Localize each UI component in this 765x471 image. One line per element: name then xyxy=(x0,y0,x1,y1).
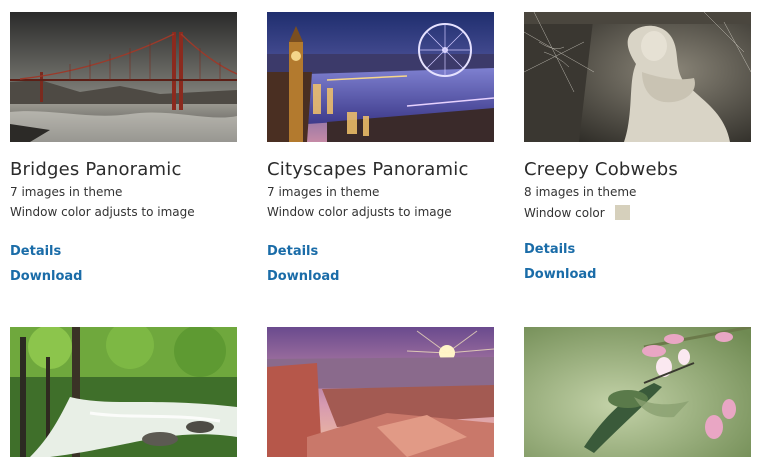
forest-stream-image xyxy=(10,327,237,457)
statue-image xyxy=(524,12,751,142)
theme-window-color: Window color adjusts to image xyxy=(267,205,452,219)
theme-card-bridges: Bridges Panoramic 7 images in theme Wind… xyxy=(10,12,237,302)
window-color-label: Window color xyxy=(524,205,605,220)
theme-thumbnail-forest[interactable] xyxy=(10,327,237,457)
theme-image-count: 7 images in theme xyxy=(267,185,380,199)
theme-thumbnail-hummingbird[interactable] xyxy=(524,327,751,457)
theme-card-creepy-cobwebs: Creepy Cobwebs 8 images in theme Window … xyxy=(524,12,751,302)
details-link[interactable]: Details xyxy=(524,242,575,257)
window-color-label: Window color adjusts to image xyxy=(10,205,195,219)
theme-window-color: Window color xyxy=(524,205,630,220)
download-link[interactable]: Download xyxy=(267,269,339,284)
download-link[interactable]: Download xyxy=(10,269,82,284)
cityscape-image xyxy=(267,12,494,142)
download-link[interactable]: Download xyxy=(524,267,596,282)
bridge-image xyxy=(10,12,237,142)
theme-thumbnail-cityscapes[interactable] xyxy=(267,12,494,142)
theme-card-hummingbird xyxy=(524,327,751,457)
theme-thumbnail-creepy-cobwebs[interactable] xyxy=(524,12,751,142)
theme-title: Cityscapes Panoramic xyxy=(267,159,469,180)
theme-card-canyon xyxy=(267,327,494,457)
theme-title: Bridges Panoramic xyxy=(10,159,182,180)
theme-image-count: 7 images in theme xyxy=(10,185,123,199)
canyon-sunset-image xyxy=(267,327,494,457)
window-color-swatch xyxy=(614,205,630,220)
window-color-label: Window color adjusts to image xyxy=(267,205,452,219)
theme-title: Creepy Cobwebs xyxy=(524,159,678,180)
theme-window-color: Window color adjusts to image xyxy=(10,205,195,219)
theme-card-cityscapes: Cityscapes Panoramic 7 images in theme W… xyxy=(267,12,494,302)
theme-thumbnail-canyon[interactable] xyxy=(267,327,494,457)
details-link[interactable]: Details xyxy=(10,244,61,259)
theme-thumbnail-bridges[interactable] xyxy=(10,12,237,142)
theme-card-forest xyxy=(10,327,237,457)
theme-image-count: 8 images in theme xyxy=(524,185,637,199)
hummingbird-image xyxy=(524,327,751,457)
details-link[interactable]: Details xyxy=(267,244,318,259)
